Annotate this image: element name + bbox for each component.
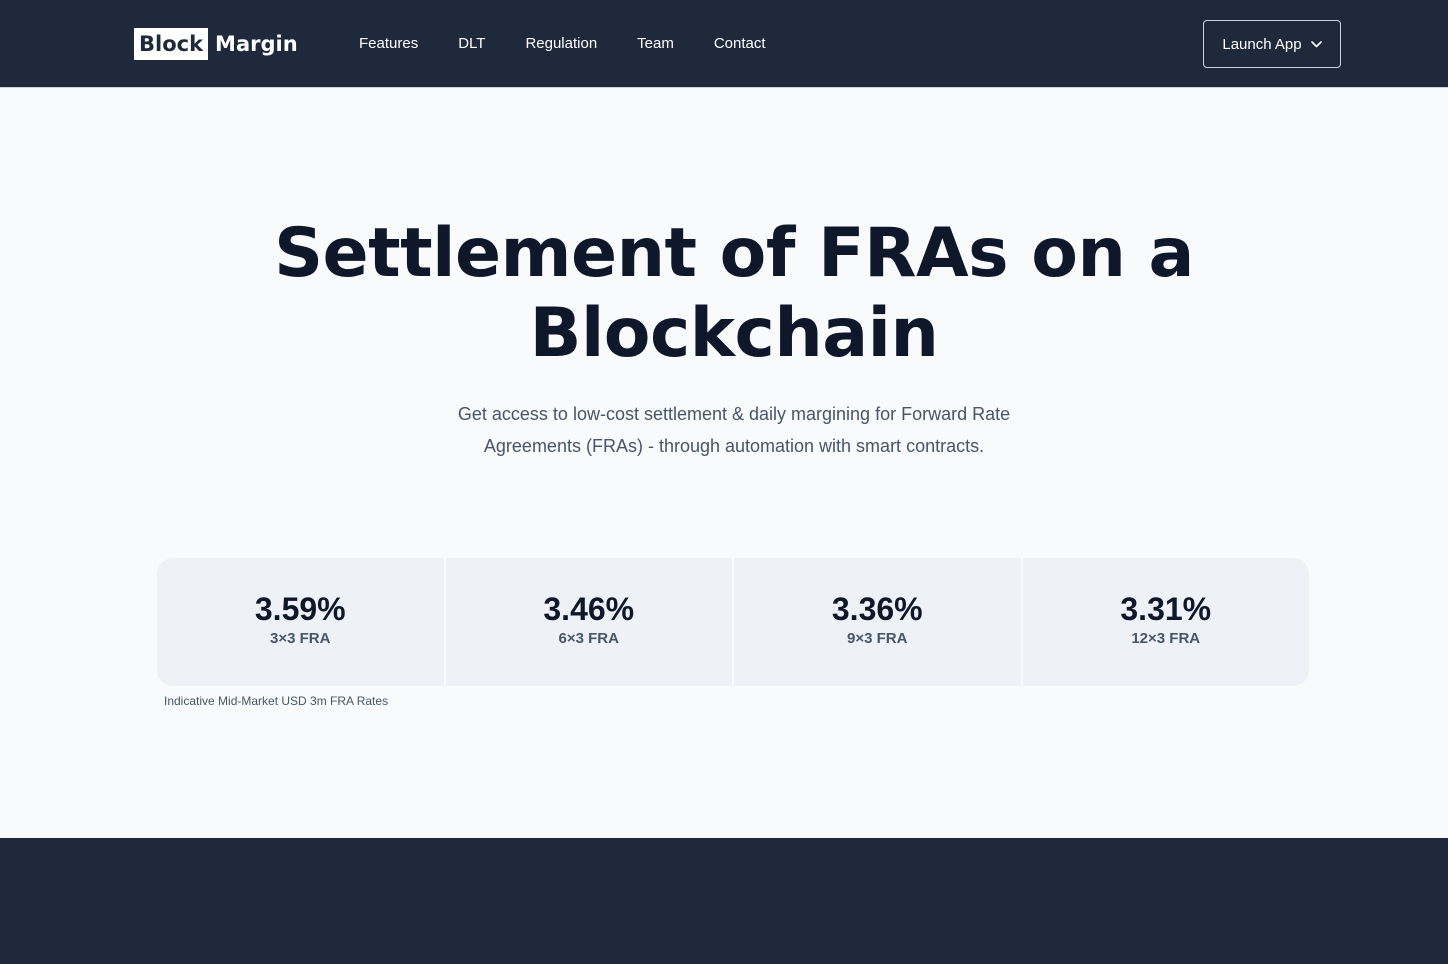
hero-title-line-2: Blockchain [529,294,939,373]
rate-card: 3.31% 12×3 FRA [1022,558,1309,686]
footer-section [0,838,1448,964]
nav-link-contact[interactable]: Contact [714,33,766,55]
navbar: Block Margin Features DLT Regulation Tea… [0,0,1448,88]
hero-title: Settlement of FRAs on a Blockchain [224,214,1244,374]
rate-label: 9×3 FRA [847,630,908,647]
rate-label: 12×3 FRA [1131,630,1201,647]
fra-rates-panel: 3.59% 3×3 FRA 3.46% 6×3 FRA 3.36% 9×3 FR… [157,558,1309,686]
rates-caption: Indicative Mid-Market USD 3m FRA Rates [164,694,389,708]
hero-subtitle-line-1: Get access to low-cost settlement & dail… [457,404,1011,424]
brand-logo[interactable]: Block Margin [134,28,298,60]
launch-app-label: Launch App [1222,35,1302,53]
rate-value: 3.46% [543,591,635,627]
hero-subtitle: Get access to low-cost settlement & dail… [434,398,1034,462]
logo-block-text: Block [134,28,209,60]
logo-margin-text: Margin [215,32,298,56]
rate-value: 3.36% [831,591,923,627]
rate-value: 3.31% [1120,591,1212,627]
rate-label: 3×3 FRA [270,630,331,647]
rate-card: 3.59% 3×3 FRA [157,558,444,686]
nav-link-dlt[interactable]: DLT [458,33,485,55]
launch-app-button[interactable]: Launch App [1203,20,1341,68]
nav-link-regulation[interactable]: Regulation [525,33,597,55]
nav-link-features[interactable]: Features [359,33,418,55]
rate-label: 6×3 FRA [558,630,619,647]
hero-title-line-1: Settlement of FRAs on a [274,214,1194,293]
rate-value: 3.59% [254,591,346,627]
nav-link-team[interactable]: Team [637,33,674,55]
hero-subtitle-line-2: Agreements (FRAs) - through automation w… [483,436,985,456]
rate-card: 3.36% 9×3 FRA [734,558,1021,686]
rate-card: 3.46% 6×3 FRA [445,558,732,686]
chevron-down-icon [1310,40,1322,48]
main-nav: Features DLT Regulation Team Contact [359,33,806,55]
